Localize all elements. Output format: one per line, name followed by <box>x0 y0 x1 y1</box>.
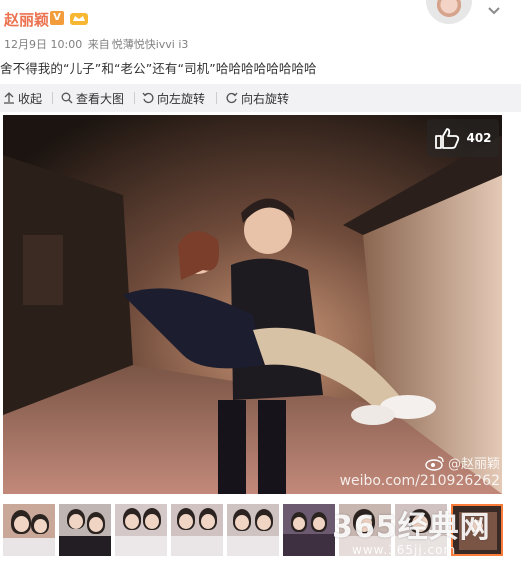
divider <box>52 92 53 104</box>
rotate-right-label: 向右旋转 <box>241 91 290 106</box>
image-toolbar: 收起 查看大图 向左旋转 向右旋转 <box>0 84 521 112</box>
thumbnail[interactable] <box>59 504 111 556</box>
thumbnail[interactable] <box>283 504 335 556</box>
view-large-label: 查看大图 <box>76 91 125 106</box>
rotate-right-button[interactable]: 向右旋转 <box>226 84 289 112</box>
divider <box>134 92 135 104</box>
rotate-left-label: 向左旋转 <box>157 91 206 106</box>
post-source[interactable]: 悦薄悦快ivvi i3 <box>112 38 189 51</box>
member-crown-icon[interactable] <box>69 10 89 26</box>
source-prefix: 来自 <box>87 38 110 51</box>
post-text: 舍不得我的“儿子”和“老公”还有“司机”哈哈哈哈哈哈哈哈 <box>0 61 317 76</box>
site-watermark-url: www.365jj.com <box>352 543 457 557</box>
avatar[interactable] <box>426 0 472 24</box>
thumbnail[interactable] <box>171 504 223 556</box>
thumbnail[interactable] <box>115 504 167 556</box>
watermark-url: weibo.com/210926262 <box>339 473 500 489</box>
photo-scene <box>3 115 502 494</box>
divider <box>216 92 217 104</box>
weibo-logo-icon <box>425 455 444 471</box>
like-count: 402 <box>466 131 492 145</box>
chevron-down-icon[interactable] <box>486 4 502 18</box>
like-button[interactable]: 402 <box>427 119 499 157</box>
search-icon <box>61 92 73 104</box>
view-large-button[interactable]: 查看大图 <box>61 84 124 112</box>
post-header: 赵丽颖 V 12月9日 10:00 来自 悦薄悦快ivvi i3 舍不得我的“儿子… <box>0 0 521 84</box>
weibo-watermark: @赵丽颖 weibo.com/210926262 <box>340 453 500 489</box>
verified-badge[interactable]: V <box>50 11 64 25</box>
post-date[interactable]: 12月9日 10:00 <box>4 38 82 51</box>
collapse-button[interactable]: 收起 <box>3 84 42 112</box>
thumbnail[interactable] <box>227 504 279 556</box>
thumbnail[interactable] <box>3 504 55 556</box>
thumbs-up-icon <box>435 128 460 149</box>
site-watermark: 365经典网 <box>332 510 491 545</box>
rotate-right-icon <box>226 92 238 104</box>
post-photo[interactable]: 402 @赵丽颖 weibo.com/210926262 <box>3 115 502 494</box>
post-meta: 12月9日 10:00 来自 悦薄悦快ivvi i3 <box>4 36 188 52</box>
author-name[interactable]: 赵丽颖 <box>4 9 49 30</box>
weibo-post: 赵丽颖 V 12月9日 10:00 来自 悦薄悦快ivvi i3 舍不得我的“儿子… <box>0 0 521 568</box>
rotate-left-icon <box>142 92 154 104</box>
collapse-label: 收起 <box>18 91 43 106</box>
rotate-left-button[interactable]: 向左旋转 <box>142 84 205 112</box>
watermark-name: @赵丽颖 <box>447 457 500 472</box>
collapse-up-icon <box>4 92 14 104</box>
